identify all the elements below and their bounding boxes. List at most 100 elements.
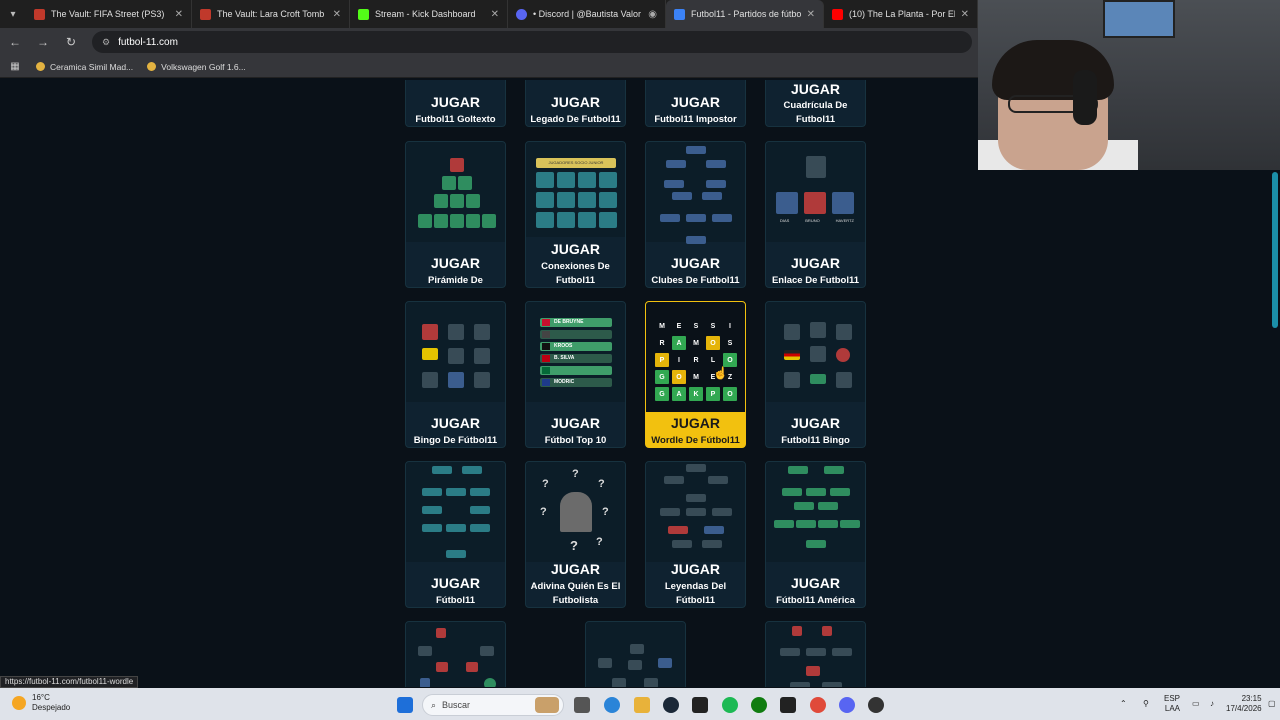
tab-close-icon[interactable]: ✕ (175, 9, 183, 20)
game-card[interactable]: JUGADORES SOCIO JUNIOR JUGAR Conexiones … (525, 141, 626, 288)
tab-close-icon[interactable]: ◉ (648, 9, 657, 20)
play-label: JUGAR (550, 561, 600, 577)
apps-grid-icon[interactable]: ▦ (8, 61, 22, 72)
epic-games-icon[interactable] (780, 697, 796, 713)
weather-desc: Despejado (32, 703, 71, 712)
game-card[interactable] (765, 621, 866, 687)
play-label: JUGAR (670, 255, 720, 271)
bookmark-item[interactable]: Volkswagen Golf 1.6... (147, 62, 246, 72)
game-card[interactable]: JUGAR Futbol11 Impostor (645, 80, 746, 127)
back-icon[interactable]: ← (8, 35, 22, 49)
page-content: JUGAR Futbol11 Goltexto JUGAR Legado De … (0, 80, 1272, 687)
wordle-letter-tile: E (676, 322, 682, 330)
flag-icon (542, 355, 550, 362)
wordle-letter-tile: O (723, 387, 737, 401)
app-icon[interactable] (692, 697, 708, 713)
game-card[interactable]: JUGAR Futbol11 Goltexto (405, 80, 506, 127)
browser-tab[interactable]: The Vault: FIFA Street (PS3) ✕ (26, 0, 192, 28)
game-card[interactable]: DIAS BRUNO HAVERTZ JUGAR Enlace De Futbo… (765, 141, 866, 288)
game-card[interactable]: JUGAR Clubes De Futbol11 (645, 141, 746, 288)
game-card[interactable]: DE BRUYNE KROOS B. SILVA MODRIC JUGAR Fútbo… (525, 301, 626, 448)
game-name: Fútbol11 (435, 595, 476, 606)
weather-widget[interactable]: 16°C Despejado (12, 693, 70, 713)
browser-toolbar: ← → ↻ ⚙ futbol-11.com (0, 28, 978, 56)
weather-sun-icon (12, 696, 26, 710)
game-thumbnail: DIAS BRUNO HAVERTZ (766, 142, 865, 242)
game-thumbnail (766, 622, 865, 687)
game-card[interactable] (585, 621, 686, 687)
windows-start-icon[interactable] (397, 697, 413, 713)
wordle-letter-tile: R (693, 356, 699, 364)
xbox-icon[interactable] (751, 697, 767, 713)
webcam-headset (1073, 70, 1097, 125)
wordle-letter-tile: G (655, 387, 669, 401)
game-card[interactable]: JUGAR Cuadrícula De Futbol11 (765, 80, 866, 127)
game-card[interactable]: JUGAR Bingo De Fútbol11 (405, 301, 506, 448)
page-scrollbar-thumb[interactable] (1272, 172, 1278, 328)
browser-tab-active[interactable]: Futbol11 - Partidos de fútbol d ✕ (666, 0, 824, 28)
app-icon[interactable] (868, 697, 884, 713)
game-thumbnail (406, 622, 505, 687)
wordle-letter-tile: M (693, 339, 699, 347)
wordle-letter-tile: G (655, 370, 669, 384)
game-card[interactable]: JUGAR Leyendas Del Fútbol11 (645, 461, 746, 608)
wordle-letter-tile: P (655, 353, 669, 367)
play-label: JUGAR (550, 94, 600, 110)
forward-icon[interactable]: → (36, 35, 50, 49)
tab-search-icon[interactable]: ▾ (0, 0, 26, 28)
tray-notification-icon[interactable]: ▢ (1268, 699, 1276, 709)
site-info-icon[interactable]: ⚙ (102, 37, 110, 48)
game-card[interactable]: JUGAR Pirámide De Fútbol11 (405, 141, 506, 288)
top10-row: MODRIC (540, 378, 612, 387)
browser-tab[interactable]: Stream - Kick Dashboard ✕ (350, 0, 508, 28)
reload-icon[interactable]: ↻ (64, 35, 78, 49)
browser-tab[interactable]: • Discord | @Bautista Valor ◉ (508, 0, 666, 28)
play-label: JUGAR (430, 575, 480, 591)
game-card[interactable]: JUGAR Legado De Futbol11 (525, 80, 626, 127)
game-name: Conexiones De Futbol11 (541, 261, 610, 286)
tray-volume-icon[interactable]: ♪ (1210, 699, 1214, 709)
edge-icon[interactable] (604, 697, 620, 713)
discord-icon[interactable] (839, 697, 855, 713)
lang-code: ESP (1164, 694, 1181, 703)
spotify-icon[interactable] (722, 697, 738, 713)
game-name: Fútbol Top 10 (544, 435, 607, 446)
tray-clock[interactable]: 23:15 17/4/2026 (1226, 694, 1262, 714)
tab-close-icon[interactable]: ✕ (491, 9, 499, 20)
game-name: Enlace De Futbol11 (771, 275, 860, 286)
game-card-highlighted[interactable]: MESSIRAMOSPIRLOGOMEZGAKPO JUGAR Wordle D… (645, 301, 746, 448)
game-thumbnail (766, 462, 865, 562)
game-card[interactable]: JUGAR Futbol11 Bingo Retro (765, 301, 866, 448)
tab-close-icon[interactable]: ✕ (333, 9, 341, 20)
game-card[interactable]: JUGAR Fútbol11 América (765, 461, 866, 608)
status-link-preview: https://futbol-11.com/futbol11-wordle (0, 676, 139, 688)
play-label: JUGAR (790, 81, 840, 97)
tab-title: (10) The La Planta - Por El C (849, 9, 955, 19)
game-card[interactable] (405, 621, 506, 687)
tray-network-icon[interactable]: ▭ (1192, 699, 1200, 709)
taskbar-search[interactable]: ⌕ Buscar (422, 694, 564, 716)
address-bar[interactable]: ⚙ futbol-11.com (92, 31, 972, 53)
bookmarks-bar: ▦ Ceramica Simil Mad... Volkswagen Golf … (0, 56, 978, 78)
game-thumbnail (406, 302, 505, 402)
game-card[interactable]: JUGAR Fútbol11 (405, 461, 506, 608)
steam-icon[interactable] (663, 697, 679, 713)
tray-language[interactable]: ESP LAA (1164, 694, 1180, 714)
bookmark-item[interactable]: Ceramica Simil Mad... (36, 62, 133, 72)
tab-close-icon[interactable]: ✕ (961, 9, 969, 20)
tab-close-icon[interactable]: ✕ (807, 9, 815, 20)
play-label: JUGAR (790, 415, 840, 431)
tray-location-icon[interactable]: ⚲ (1143, 699, 1149, 709)
browser-tab[interactable]: The Vault: Lara Croft Tomb Raid ✕ (192, 0, 350, 28)
file-explorer-icon[interactable] (634, 697, 650, 713)
search-highlight-icon (535, 697, 559, 713)
top10-row (540, 330, 612, 339)
wordle-letter-tile: R (659, 339, 665, 347)
tray-chevron-icon[interactable]: ⌃ (1120, 699, 1127, 709)
chrome-icon[interactable] (810, 697, 826, 713)
game-card[interactable]: ? ? ? ? ? ? ? JUGAR Adivina Quién Es El … (525, 461, 626, 608)
task-view-icon[interactable] (574, 697, 590, 713)
browser-tab[interactable]: (10) The La Planta - Por El C ✕ (824, 0, 978, 28)
game-thumbnail (646, 142, 745, 244)
top10-row (540, 366, 612, 375)
